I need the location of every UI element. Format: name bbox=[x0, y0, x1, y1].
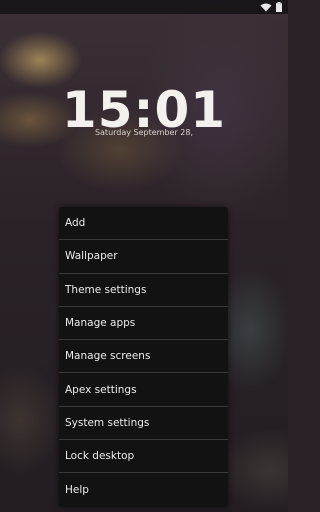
menu-item-label: Wallpaper bbox=[65, 250, 118, 263]
menu-item-label: Theme settings bbox=[65, 283, 147, 296]
menu-item-label: Help bbox=[65, 484, 89, 497]
menu-item-label: Manage screens bbox=[65, 350, 151, 363]
status-bar bbox=[0, 0, 288, 14]
menu-item-help[interactable]: Help bbox=[59, 473, 228, 506]
menu-item-theme-settings[interactable]: Theme settings bbox=[59, 274, 228, 307]
menu-item-label: Apex settings bbox=[65, 383, 137, 396]
menu-item-manage-apps[interactable]: Manage apps bbox=[59, 307, 228, 341]
menu-item-label: Lock desktop bbox=[65, 450, 135, 463]
clock-date: Saturday September 28, bbox=[94, 128, 194, 137]
menu-item-lock-desktop[interactable]: Lock desktop bbox=[59, 440, 228, 474]
wifi-icon bbox=[260, 3, 272, 12]
context-menu: Add Wallpaper Theme settings Manage apps… bbox=[59, 207, 228, 507]
menu-item-label: Add bbox=[65, 217, 86, 230]
menu-item-manage-screens[interactable]: Manage screens bbox=[59, 340, 228, 374]
menu-item-system-settings[interactable]: System settings bbox=[59, 407, 228, 441]
menu-item-add[interactable]: Add bbox=[59, 207, 228, 241]
battery-icon bbox=[276, 2, 282, 12]
menu-item-apex-settings[interactable]: Apex settings bbox=[59, 373, 228, 407]
menu-item-label: Manage apps bbox=[65, 317, 136, 330]
menu-item-wallpaper[interactable]: Wallpaper bbox=[59, 240, 228, 274]
menu-item-label: System settings bbox=[65, 416, 150, 429]
